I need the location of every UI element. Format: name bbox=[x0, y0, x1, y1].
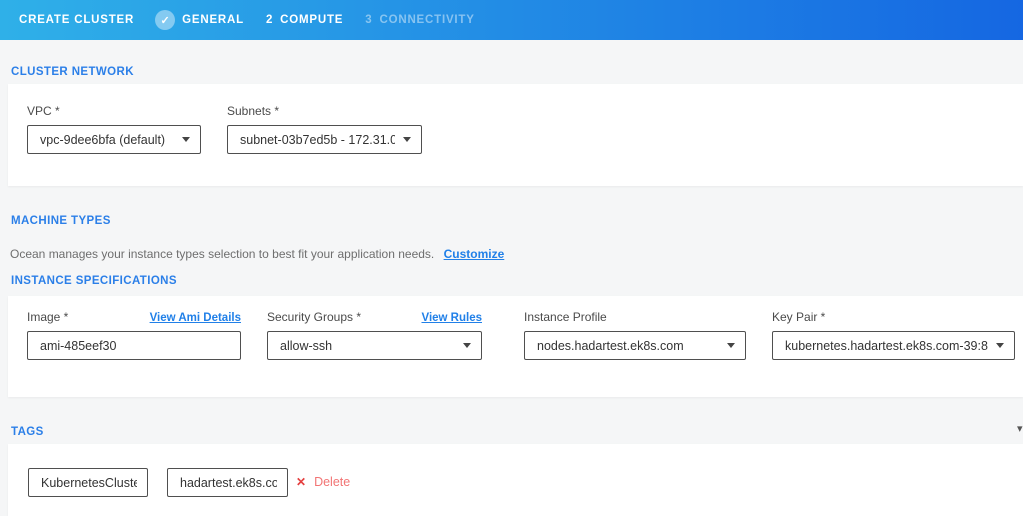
tag-key-input[interactable] bbox=[28, 468, 148, 497]
subnets-select-value: subnet-03b7ed5b - 172.31.0.0/20 ... bbox=[240, 133, 395, 147]
step-connectivity[interactable]: 3 CONNECTIVITY bbox=[365, 14, 474, 26]
chevron-down-icon bbox=[463, 343, 471, 348]
check-icon: ✓ bbox=[155, 10, 175, 30]
step-general[interactable]: ✓ GENERAL bbox=[155, 10, 244, 30]
image-field: Image * View Ami Details bbox=[27, 310, 241, 360]
step-compute[interactable]: 2 COMPUTE bbox=[266, 14, 343, 26]
instance-profile-label: Instance Profile bbox=[524, 310, 607, 324]
step-connectivity-number: 3 bbox=[365, 14, 372, 26]
security-groups-label: Security Groups * bbox=[267, 310, 361, 324]
chevron-down-icon bbox=[403, 137, 411, 142]
create-cluster-title: CREATE CLUSTER bbox=[19, 14, 134, 26]
customize-link[interactable]: Customize bbox=[444, 247, 505, 261]
view-rules-link[interactable]: View Rules bbox=[421, 312, 482, 324]
instance-specifications-card: Image * View Ami Details Security Groups… bbox=[8, 296, 1023, 397]
tag-value-field bbox=[167, 468, 288, 497]
key-pair-label: Key Pair * bbox=[772, 310, 825, 324]
tag-key-field bbox=[28, 468, 148, 497]
view-ami-details-link[interactable]: View Ami Details bbox=[150, 312, 241, 324]
delete-tag-label: Delete bbox=[314, 475, 350, 489]
tags-section-title: TAGS bbox=[11, 426, 44, 438]
cluster-network-section-title: CLUSTER NETWORK bbox=[11, 66, 134, 78]
tags-collapse-chevron-icon[interactable]: ▾ bbox=[1017, 422, 1023, 435]
chevron-down-icon bbox=[727, 343, 735, 348]
key-pair-select-value: kubernetes.hadartest.ek8s.com-39:84:a5:9… bbox=[785, 339, 988, 353]
instance-profile-select[interactable]: nodes.hadartest.ek8s.com bbox=[524, 331, 746, 360]
key-pair-select[interactable]: kubernetes.hadartest.ek8s.com-39:84:a5:9… bbox=[772, 331, 1015, 360]
step-compute-number: 2 bbox=[266, 14, 273, 26]
chevron-down-icon bbox=[182, 137, 190, 142]
vpc-select[interactable]: vpc-9dee6bfa (default) bbox=[27, 125, 201, 154]
machine-types-section-title: MACHINE TYPES bbox=[11, 215, 111, 227]
vpc-field: VPC * vpc-9dee6bfa (default) bbox=[27, 104, 201, 154]
security-groups-field: Security Groups * View Rules allow-ssh bbox=[267, 310, 482, 360]
step-compute-label: COMPUTE bbox=[280, 14, 343, 26]
image-input[interactable] bbox=[27, 331, 241, 360]
key-pair-field: Key Pair * kubernetes.hadartest.ek8s.com… bbox=[772, 310, 1015, 360]
step-connectivity-label: CONNECTIVITY bbox=[379, 14, 474, 26]
security-groups-select[interactable]: allow-ssh bbox=[267, 331, 482, 360]
subnets-select[interactable]: subnet-03b7ed5b - 172.31.0.0/20 ... bbox=[227, 125, 422, 154]
image-label: Image * bbox=[27, 310, 68, 324]
cluster-network-card: VPC * vpc-9dee6bfa (default) Subnets * s… bbox=[8, 84, 1023, 186]
tags-card: ✕ Delete bbox=[8, 444, 1023, 516]
security-groups-select-value: allow-ssh bbox=[280, 339, 455, 353]
machine-types-description: Ocean manages your instance types select… bbox=[10, 247, 504, 261]
instance-specifications-section-title: INSTANCE SPECIFICATIONS bbox=[11, 275, 177, 287]
header-bar: CREATE CLUSTER ✓ GENERAL 2 COMPUTE 3 CON… bbox=[0, 0, 1023, 40]
chevron-down-icon bbox=[996, 343, 1004, 348]
step-general-label: GENERAL bbox=[182, 14, 244, 26]
delete-tag-button[interactable]: ✕ Delete bbox=[296, 475, 350, 489]
subnets-field: Subnets * subnet-03b7ed5b - 172.31.0.0/2… bbox=[227, 104, 422, 154]
delete-x-icon: ✕ bbox=[296, 475, 306, 489]
machine-types-description-text: Ocean manages your instance types select… bbox=[10, 247, 434, 261]
subnets-label: Subnets * bbox=[227, 104, 279, 118]
vpc-label: VPC * bbox=[27, 104, 60, 118]
tag-value-input[interactable] bbox=[167, 468, 288, 497]
vpc-select-value: vpc-9dee6bfa (default) bbox=[40, 133, 174, 147]
instance-profile-select-value: nodes.hadartest.ek8s.com bbox=[537, 339, 719, 353]
instance-profile-field: Instance Profile nodes.hadartest.ek8s.co… bbox=[524, 310, 746, 360]
